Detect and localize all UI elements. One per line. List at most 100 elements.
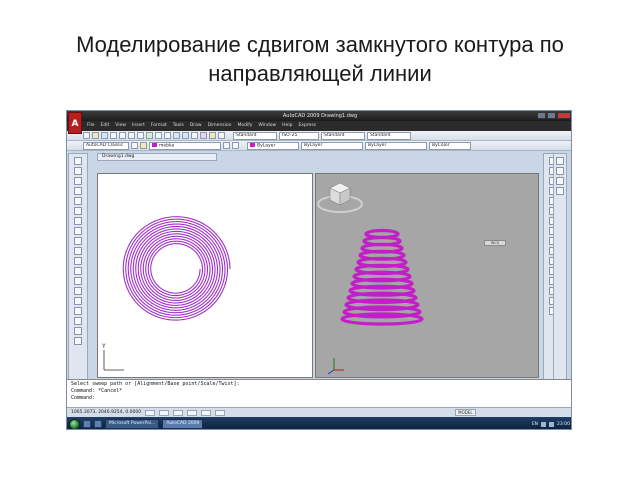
snap-toggle[interactable] [145,410,156,416]
start-button[interactable] [69,418,80,429]
region-icon[interactable] [74,317,82,325]
plot-style-select[interactable]: ByColor [429,141,471,150]
status-bar: 1065.3073, 2046.9254, 0.0000 MODEL [67,407,571,417]
new-file-icon[interactable] [83,132,90,139]
polar-toggle[interactable] [187,410,198,416]
layer-manager-icon[interactable] [140,142,147,149]
paste-icon[interactable] [137,132,144,139]
print-icon[interactable] [110,132,117,139]
insert-block-icon[interactable] [74,267,82,275]
menu-tools[interactable]: Tools [173,121,184,131]
clock[interactable]: 23:00 [557,422,570,427]
menu-insert[interactable]: Insert [132,121,145,131]
osnap-toggle[interactable] [201,410,212,416]
rectangle-icon[interactable] [74,197,82,205]
3d-view-viewport[interactable]: WCS [315,173,539,378]
draw-toolbar [68,153,88,381]
quick-launch-icon[interactable] [83,420,91,428]
polygon-icon[interactable] [74,187,82,195]
command-line[interactable]: Select sweep path or [Alignment/Base poi… [67,379,571,407]
make-current-layer-icon[interactable] [223,142,230,149]
hatch-icon[interactable] [74,297,82,305]
autocad-logo-button[interactable]: A [68,112,82,134]
calculator-icon[interactable] [218,132,225,139]
volume-icon[interactable] [549,421,555,427]
top-view-viewport[interactable]: Y [97,173,313,378]
spiral-drawing: Y [101,216,231,371]
dim-style-select[interactable]: ISO-25 [279,131,319,140]
maximize-button[interactable] [547,112,556,119]
menu-express[interactable]: Express [298,121,316,131]
workspace-select[interactable]: AutoCAD Classic [83,141,129,150]
3d-ucs-icon [327,358,344,375]
taskbar-app-powerpoint[interactable]: Microsoft PowerPoi... [105,419,160,429]
network-icon[interactable] [541,421,547,427]
gradient-icon[interactable] [74,307,82,315]
multiline-text-icon[interactable] [74,337,82,345]
viewcube-icon[interactable] [316,174,364,216]
match-properties-icon[interactable] [146,132,153,139]
wcs-menu-button[interactable]: WCS [484,240,506,246]
menu-window[interactable]: Window [258,121,276,131]
menu-help[interactable]: Help [282,121,292,131]
color-value: ByLayer [257,143,276,148]
bring-above-icon[interactable] [556,177,564,185]
linetype-select[interactable]: ByLayer [301,141,363,150]
construction-line-icon[interactable] [74,167,82,175]
save-icon[interactable] [101,132,108,139]
layer-previous-icon[interactable] [232,142,239,149]
properties-icon[interactable] [200,132,207,139]
bring-to-front-icon[interactable] [556,157,564,165]
pan-icon[interactable] [173,132,180,139]
lineweight-select[interactable]: ByLayer [365,141,427,150]
color-swatch [250,142,255,147]
menu-modify[interactable]: Modify [238,121,253,131]
revision-cloud-icon[interactable] [74,227,82,235]
menu-format[interactable]: Format [151,121,167,131]
table-icon[interactable] [74,327,82,335]
taskbar-app-autocad[interactable]: AutoCAD 2009 [162,419,204,429]
send-under-icon[interactable] [556,187,564,195]
open-file-icon[interactable] [92,132,99,139]
ortho-toggle[interactable] [173,410,184,416]
workspace-settings-icon[interactable] [131,142,138,149]
ellipse-arc-icon[interactable] [74,257,82,265]
layer-select[interactable]: mebka [149,141,221,150]
grid-toggle[interactable] [159,410,170,416]
copy-icon[interactable] [128,132,135,139]
design-center-icon[interactable] [209,132,216,139]
command-prompt[interactable]: Command: [71,395,569,402]
cursor-coordinates: 1065.3073, 2046.9254, 0.0000 [71,410,142,415]
close-button[interactable] [557,112,571,119]
minimize-button[interactable] [537,112,546,119]
make-block-icon[interactable] [74,277,82,285]
otrack-toggle[interactable] [215,410,226,416]
line-tool-icon[interactable] [74,157,82,165]
model-space-button[interactable]: MODEL [455,409,476,416]
point-icon[interactable] [74,287,82,295]
polyline-icon[interactable] [74,177,82,185]
redo-icon[interactable] [164,132,171,139]
multileader-style-select[interactable]: Standard [367,131,411,140]
language-indicator[interactable]: EN [532,422,538,427]
color-select[interactable]: ByLayer [247,141,299,150]
menu-draw[interactable]: Draw [190,121,202,131]
cut-icon[interactable] [119,132,126,139]
menu-dimension[interactable]: Dimension [208,121,232,131]
menu-view[interactable]: View [115,121,126,131]
quick-launch-icon[interactable] [94,420,102,428]
undo-icon[interactable] [155,132,162,139]
zoom-window-icon[interactable] [191,132,198,139]
slide-title: Моделирование сдвигом замкнутого контура… [76,32,564,86]
menu-edit[interactable]: Edit [101,121,110,131]
arc-icon[interactable] [74,207,82,215]
document-tab[interactable]: Drawing1.dwg [97,153,217,161]
ellipse-icon[interactable] [74,247,82,255]
menu-file[interactable]: File [87,121,95,131]
table-style-select[interactable]: Standard [321,131,365,140]
zoom-icon[interactable] [182,132,189,139]
spline-icon[interactable] [74,237,82,245]
text-style-select[interactable]: Standard [233,131,277,140]
circle-icon[interactable] [74,217,82,225]
send-to-back-icon[interactable] [556,167,564,175]
